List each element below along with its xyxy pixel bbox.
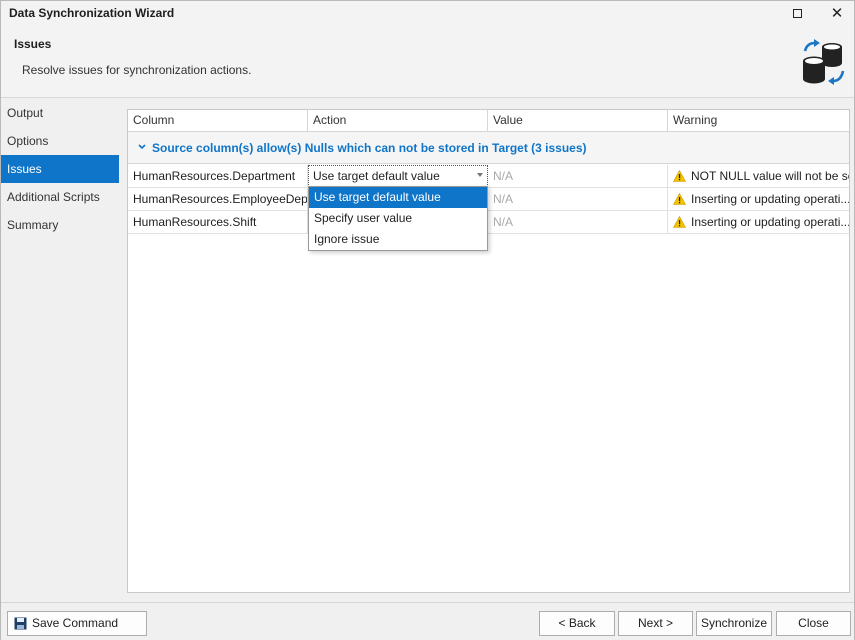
close-window-button[interactable]: ✕ (819, 1, 855, 25)
back-button[interactable]: < Back (539, 611, 615, 636)
value-cell: N/A (488, 211, 668, 233)
warning-text: NOT NULL value will not be set (691, 169, 849, 183)
action-combobox-value: Use target default value (313, 169, 440, 183)
warning-text: Inserting or updating operati... (691, 215, 849, 229)
column-cell: HumanResources.Shift (128, 211, 308, 233)
column-cell: HumanResources.Department (128, 165, 308, 187)
warning-icon (673, 193, 686, 205)
issue-group-label: Source column(s) allow(s) Nulls which ca… (152, 141, 587, 155)
wizard-header: Issues Resolve issues for synchronizatio… (1, 25, 854, 98)
wizard-footer: Save Command Line... < Back Next > Synch… (1, 602, 854, 640)
wizard-sidebar: Output Options Issues Additional Scripts… (1, 99, 119, 601)
dropdown-option-ignore-issue[interactable]: Ignore issue (309, 229, 487, 250)
warning-cell: NOT NULL value will not be set (668, 165, 849, 187)
column-header-warning[interactable]: Warning (668, 110, 849, 132)
warning-text: Inserting or updating operati... (691, 192, 849, 206)
action-combobox[interactable]: Use target default value (308, 165, 488, 187)
maximize-icon (792, 8, 802, 18)
main-panel: Column Action Value Warning Source colum… (119, 99, 854, 601)
save-command-line-button[interactable]: Save Command Line... (7, 611, 147, 640)
column-header-action[interactable]: Action (308, 110, 488, 132)
floppy-disk-icon (14, 617, 27, 630)
save-command-line-label: Save Command Line... (32, 616, 119, 640)
table-row[interactable]: HumanResources.EmployeeDep ... N/A Inser… (128, 188, 849, 211)
issue-group-row[interactable]: Source column(s) allow(s) Nulls which ca… (128, 132, 849, 164)
warning-cell: Inserting or updating operati... (668, 188, 849, 210)
warning-icon (673, 216, 686, 228)
table-row[interactable]: HumanResources.Department Use target def… (128, 165, 849, 188)
sidebar-item-summary[interactable]: Summary (1, 211, 119, 239)
value-cell: N/A (488, 188, 668, 210)
dropdown-option-use-target-default[interactable]: Use target default value (309, 187, 487, 208)
warning-icon (673, 170, 686, 182)
column-header-column[interactable]: Column (128, 110, 308, 132)
column-cell: HumanResources.EmployeeDep ... (128, 188, 308, 210)
table-row[interactable]: HumanResources.Shift N/A Inserting or up… (128, 211, 849, 234)
column-header-value[interactable]: Value (488, 110, 668, 132)
database-sync-icon (803, 39, 845, 85)
maximize-button[interactable] (779, 1, 815, 25)
sidebar-item-options[interactable]: Options (1, 127, 119, 155)
close-icon: ✕ (830, 4, 844, 22)
next-button[interactable]: Next > (618, 611, 693, 636)
close-button[interactable]: Close (776, 611, 851, 636)
grid-header: Column Action Value Warning (128, 110, 849, 132)
issues-grid: Column Action Value Warning Source colum… (127, 109, 850, 593)
title-bar: Data Synchronization Wizard ✕ (1, 1, 854, 25)
sidebar-item-output[interactable]: Output (1, 99, 119, 127)
warning-cell: Inserting or updating operati... (668, 211, 849, 233)
value-cell: N/A (488, 165, 668, 187)
synchronize-button[interactable]: Synchronize (696, 611, 772, 636)
page-title: Issues (14, 37, 52, 51)
window-title: Data Synchronization Wizard (9, 6, 175, 20)
wizard-window: Data Synchronization Wizard ✕ Issues Res… (0, 0, 855, 640)
chevron-down-icon[interactable] (137, 142, 147, 152)
sidebar-item-additional-scripts[interactable]: Additional Scripts (1, 183, 119, 211)
page-subtitle: Resolve issues for synchronization actio… (22, 63, 252, 77)
sidebar-item-issues[interactable]: Issues (1, 155, 119, 183)
dropdown-arrow-icon[interactable] (477, 173, 483, 177)
dropdown-option-specify-user-value[interactable]: Specify user value (309, 208, 487, 229)
action-dropdown-list: Use target default value Specify user va… (308, 186, 488, 251)
